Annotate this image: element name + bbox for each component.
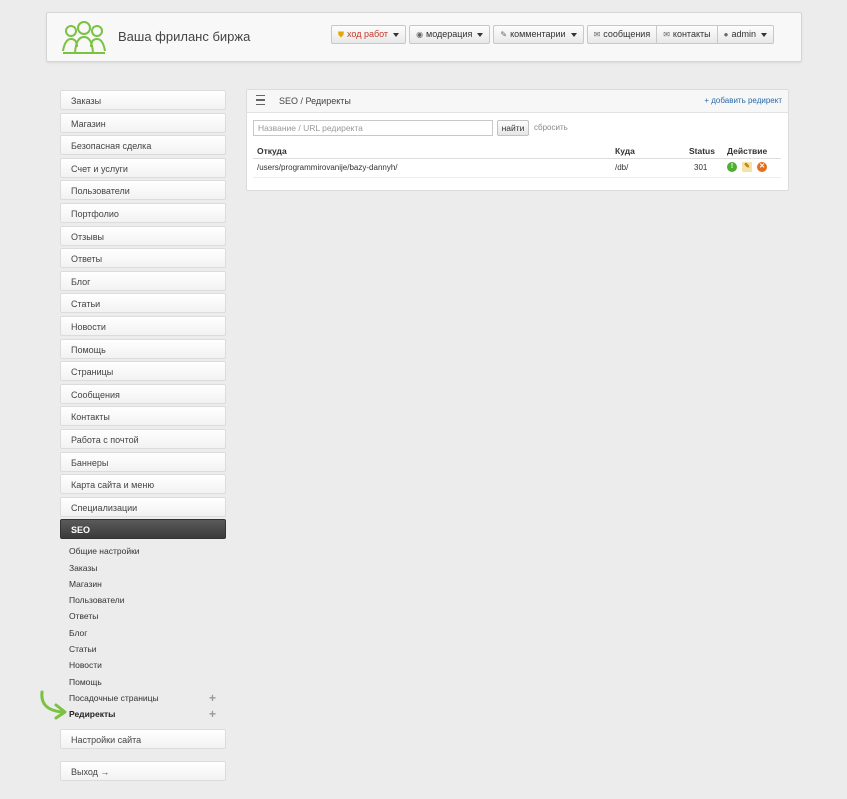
seo-sub-orders[interactable]: Заказы	[60, 560, 226, 576]
comments-label: комментарии	[510, 29, 566, 39]
logout-button[interactable]: Выход →	[60, 760, 226, 781]
column-to: Куда	[615, 146, 635, 156]
delete-icon[interactable]: ✕	[757, 162, 767, 172]
sidebar-item-sitemap[interactable]: Карта сайта и меню	[60, 474, 226, 495]
seo-sub-shop[interactable]: Магазин	[60, 576, 226, 592]
seo-sub-redirects[interactable]: Редиректы +	[60, 706, 226, 722]
sidebar-item-users[interactable]: Пользователи	[60, 180, 226, 201]
seo-sub-users[interactable]: Пользователи	[60, 592, 226, 608]
admin-dropdown[interactable]: ● admin	[716, 25, 774, 44]
seo-sub-articles[interactable]: Статьи	[60, 641, 226, 657]
site-title[interactable]: Ваша фриланс биржа	[118, 29, 250, 44]
sidebar-item-help[interactable]: Помощь	[60, 338, 226, 359]
progress-label: ход работ	[347, 29, 389, 39]
seo-sub-news[interactable]: Новости	[60, 657, 226, 673]
admin-label: admin	[731, 29, 756, 39]
sidebar-item-reviews[interactable]: Отзывы	[60, 225, 226, 246]
pencil-icon: ✎	[500, 30, 508, 39]
table-header: Откуда Куда Status Действие	[253, 142, 781, 159]
seo-sub-blog[interactable]: Блог	[60, 625, 226, 641]
caret-down-icon	[393, 32, 400, 37]
sidebar-item-blog[interactable]: Блог	[60, 270, 226, 291]
sidebar-item-site-settings[interactable]: Настройки сайта	[60, 728, 226, 749]
redirects-table: Откуда Куда Status Действие /users/progr…	[253, 142, 781, 178]
enable-toggle-icon[interactable]: !	[727, 162, 737, 172]
moderation-label: модерация	[426, 29, 473, 39]
sidebar-item-seo[interactable]: SEO	[60, 519, 226, 540]
eye-icon: ◉	[416, 30, 424, 39]
search-input[interactable]	[253, 120, 493, 136]
seo-sub-answers[interactable]: Ответы	[60, 608, 226, 624]
header-bar: Ваша фриланс биржа ⛊ ход работ ◉ модерац…	[46, 12, 802, 62]
sidebar-item-answers[interactable]: Ответы	[60, 248, 226, 269]
sidebar-item-orders[interactable]: Заказы	[60, 90, 226, 110]
reset-link[interactable]: сбросить	[534, 123, 568, 132]
sidebar-item-safe-deal[interactable]: Безопасная сделка	[60, 135, 226, 156]
panel-header: SEO / Редиректы + добавить редирект	[247, 90, 788, 113]
sidebar-item-banners[interactable]: Баннеры	[60, 451, 226, 472]
sidebar-item-portfolio[interactable]: Портфолио	[60, 202, 226, 223]
caret-down-icon	[477, 32, 484, 37]
sidebar-item-articles[interactable]: Статьи	[60, 293, 226, 314]
seo-sub-landing-label: Посадочные страницы	[69, 692, 159, 703]
sidebar-item-mail[interactable]: Работа с почтой	[60, 428, 226, 449]
add-redirect-link[interactable]: + добавить редирект	[704, 96, 782, 105]
progress-dropdown[interactable]: ⛊ ход работ	[331, 25, 407, 44]
contacts-label: контакты	[672, 29, 711, 39]
seo-sub-help[interactable]: Помощь	[60, 674, 226, 690]
seo-sub-redirects-label: Редиректы	[69, 709, 116, 720]
cell-from: /users/programmirovanije/bazy-dannyh/	[257, 163, 398, 172]
sidebar-item-specializations[interactable]: Специализации	[60, 496, 226, 517]
page-title: SEO / Редиректы	[279, 96, 351, 106]
sidebar-item-billing[interactable]: Счет и услуги	[60, 157, 226, 178]
cell-status: 301	[694, 163, 708, 172]
plus-icon[interactable]: +	[209, 706, 216, 722]
seo-sub-general[interactable]: Общие настройки	[60, 543, 226, 559]
messages-label: сообщения	[603, 29, 651, 39]
plus-icon[interactable]: +	[209, 690, 216, 706]
table-row: /users/programmirovanije/bazy-dannyh/ /d…	[253, 159, 781, 178]
cell-to: /db/	[615, 163, 629, 172]
sidebar: Заказы Магазин Безопасная сделка Счет и …	[60, 90, 226, 783]
edit-icon[interactable]: ✎	[742, 162, 752, 172]
envelope-icon: ✉	[593, 30, 601, 39]
messages-button[interactable]: ✉ сообщения	[586, 25, 657, 44]
top-nav: ⛊ ход работ ◉ модерация ✎ комментарии ✉ …	[331, 25, 774, 45]
seo-submenu: Общие настройки Заказы Магазин Пользоват…	[60, 543, 226, 722]
column-action: Действие	[727, 146, 768, 156]
column-from: Откуда	[257, 146, 287, 156]
sidebar-item-news[interactable]: Новости	[60, 315, 226, 336]
nav-group: ✉ сообщения ✉ контакты ● admin	[586, 25, 774, 45]
row-actions: ! ✎ ✕	[727, 162, 767, 172]
caret-down-icon	[570, 32, 577, 37]
column-status: Status	[689, 146, 715, 156]
shield-icon: ⛊	[338, 30, 344, 39]
contacts-button[interactable]: ✉ контакты	[656, 25, 717, 44]
envelope-icon: ✉	[663, 30, 670, 39]
moderation-dropdown[interactable]: ◉ модерация	[409, 25, 491, 44]
comments-dropdown[interactable]: ✎ комментарии	[493, 25, 584, 44]
logo-icon[interactable]	[61, 19, 107, 55]
user-icon: ●	[723, 30, 729, 39]
sidebar-item-contacts[interactable]: Контакты	[60, 406, 226, 427]
redirects-panel: SEO / Редиректы + добавить редирект найт…	[246, 89, 789, 191]
menu-icon[interactable]	[256, 95, 265, 105]
caret-down-icon	[760, 32, 767, 37]
sidebar-item-messages[interactable]: Сообщения	[60, 383, 226, 404]
sidebar-item-shop[interactable]: Магазин	[60, 112, 226, 133]
pointer-arrow-icon	[40, 690, 67, 720]
search-button[interactable]: найти	[497, 120, 529, 136]
sidebar-item-pages[interactable]: Страницы	[60, 361, 226, 382]
seo-sub-landing[interactable]: Посадочные страницы +	[60, 690, 226, 706]
